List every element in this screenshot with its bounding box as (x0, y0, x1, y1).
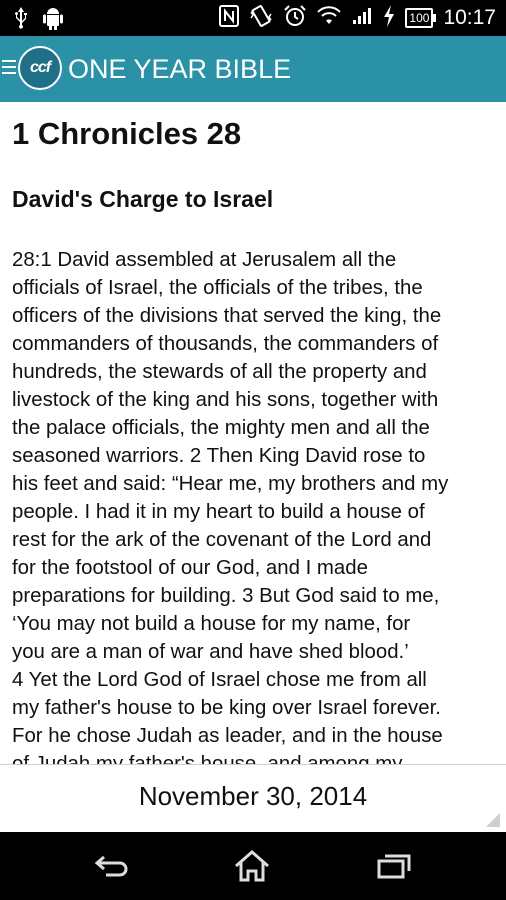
recent-apps-icon[interactable] (374, 848, 414, 884)
signal-icon (351, 6, 373, 31)
reading-date[interactable]: November 30, 2014 (0, 781, 506, 812)
app-title: ONE YEAR BIBLE (68, 54, 292, 84)
vibrate-icon (249, 4, 273, 33)
text-line: commanders of thousands, the commanders … (12, 333, 439, 355)
text-line: rest for the ark of the covenant of the … (12, 529, 432, 551)
text-line: 4 Yet the Lord God of Israel chose me fr… (12, 669, 427, 691)
corner-grip-icon (486, 813, 500, 827)
clock: 10:17 (443, 6, 496, 29)
logo-text: ccf (29, 59, 51, 76)
section-title: David's Charge to Israel (12, 186, 274, 212)
text-line: For he chose Judah as leader, and in the… (12, 725, 443, 747)
text-line: his feet and said: “Hear me, my brothers… (12, 473, 449, 495)
battery-icon: 100 (405, 8, 437, 28)
navigation-bar (0, 832, 506, 900)
scripture-text: 28:1 David assembled at Jerusalem all th… (12, 246, 498, 764)
text-line: people. I had it in my heart to build a … (12, 501, 425, 523)
text-line: for the footstool of our God, and I made (12, 557, 368, 579)
reading-pane[interactable]: 1 Chronicles 28 David's Charge to Israel… (0, 102, 506, 764)
text-line: the palace officials, the mighty men and… (12, 417, 430, 439)
wifi-icon (317, 5, 342, 31)
charging-icon (383, 4, 395, 32)
text-line: you are a man of war and have shed blood… (12, 641, 409, 663)
alarm-icon (283, 4, 307, 33)
home-icon[interactable] (232, 848, 272, 884)
text-line: preparations for building. 3 But God sai… (12, 585, 440, 607)
text-line: officials of Israel, the officials of th… (12, 277, 423, 299)
nfc-icon (219, 4, 240, 32)
text-line: officers of the divisions that served th… (12, 305, 442, 327)
text-line: my father's house to be king over Israel… (12, 697, 441, 719)
text-line: livestock of the king and his sons, toge… (12, 389, 439, 411)
text-line: ‘You may not build a house for my name, … (12, 613, 411, 635)
usb-icon (14, 7, 28, 34)
text-line: of Judah my father's house, and among my (12, 753, 403, 764)
drawer-menu-icon[interactable] (2, 60, 16, 78)
text-line: seasoned warriors. 2 Then King David ros… (12, 445, 426, 467)
status-bar: 100 10:17 (0, 0, 506, 36)
app-logo[interactable]: ccf (18, 46, 62, 90)
chapter-title: 1 Chronicles 28 (12, 116, 242, 151)
app-bar: ccf ONE YEAR BIBLE (0, 36, 506, 102)
text-line: hundreds, the stewards of all the proper… (12, 361, 427, 383)
date-footer[interactable]: November 30, 2014 (0, 764, 506, 833)
text-line: 28:1 David assembled at Jerusalem all th… (12, 249, 397, 271)
android-icon (42, 6, 64, 35)
back-icon[interactable] (92, 848, 132, 884)
